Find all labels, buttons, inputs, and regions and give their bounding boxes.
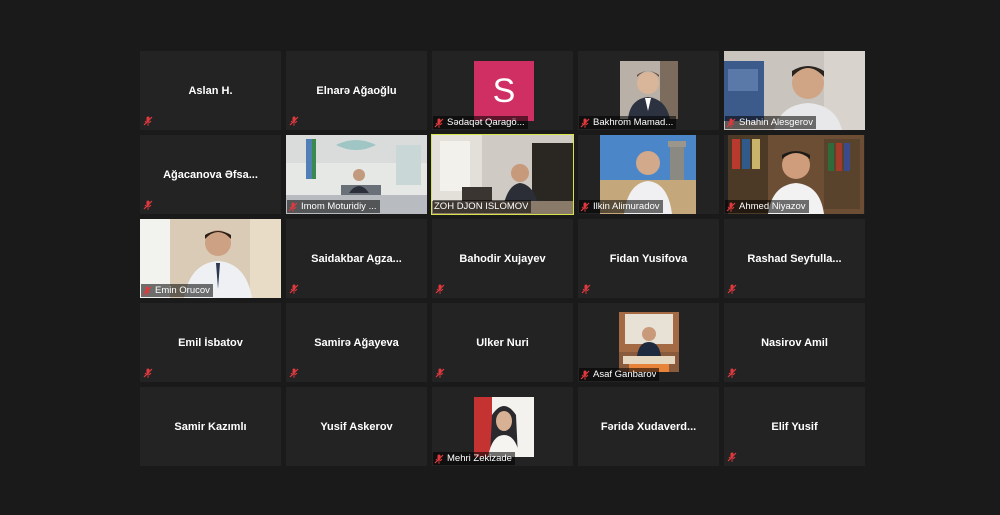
- participant-name: Ahmed Niyazov: [739, 201, 806, 212]
- microphone-muted-icon: [435, 284, 445, 294]
- participant-label: Imom Moturidiy ...: [287, 200, 380, 213]
- participant-name: Elif Yusif: [771, 420, 818, 433]
- participant-tile[interactable]: Ilkin Alimuradov: [578, 135, 719, 214]
- participant-label: Sədaqət Qaragö...: [433, 116, 528, 129]
- participant-label: Ilkin Alimuradov: [579, 200, 663, 213]
- participant-name: Emil İsbatov: [178, 336, 243, 349]
- participant-name: Samir Kazımlı: [174, 420, 247, 433]
- microphone-muted-icon: [143, 200, 153, 210]
- microphone-muted-icon: [289, 368, 299, 378]
- participant-tile[interactable]: Mehri Zekizade: [432, 387, 573, 466]
- participant-label: ZOH DJON ISLOMOV: [433, 200, 532, 213]
- participant-name: Emin Orucov: [155, 285, 210, 296]
- participant-tile[interactable]: Ulker Nuri: [432, 303, 573, 382]
- participant-tile[interactable]: Imom Moturidiy ...: [286, 135, 427, 214]
- microphone-muted-icon: [726, 202, 736, 212]
- participant-tile-active-speaker[interactable]: ZOH DJON ISLOMOV: [431, 134, 574, 215]
- participant-name: Nasirov Amil: [761, 336, 828, 349]
- microphone-muted-icon: [727, 368, 737, 378]
- participant-name: Sədaqət Qaragö...: [447, 117, 525, 128]
- participant-tile[interactable]: Samir Kazımlı: [140, 387, 281, 466]
- participant-video: [620, 61, 678, 119]
- participant-name: Ulker Nuri: [476, 336, 529, 349]
- microphone-muted-icon: [581, 284, 591, 294]
- participant-label: Bakhrom Mamad...: [579, 116, 677, 129]
- participant-name: Yusif Askerov: [320, 420, 393, 433]
- microphone-muted-icon: [143, 116, 153, 126]
- participant-tile[interactable]: Asaf Ganbarov: [578, 303, 719, 382]
- participant-video: [619, 312, 679, 372]
- participant-name: Rashad Seyfulla...: [747, 252, 842, 265]
- microphone-muted-icon: [288, 202, 298, 212]
- microphone-muted-icon: [434, 454, 444, 464]
- participant-name: Bakhrom Mamad...: [593, 117, 674, 128]
- gallery-grid: Aslan H. Elnarə Ağaoğlu S Sədaqət Qaragö…: [140, 51, 865, 466]
- participant-tile[interactable]: Ahmed Niyazov: [724, 135, 865, 214]
- participant-label: Mehri Zekizade: [433, 452, 515, 465]
- participant-name: Mehri Zekizade: [447, 453, 512, 464]
- microphone-muted-icon: [289, 116, 299, 126]
- participant-name: Asaf Ganbarov: [593, 369, 657, 380]
- participant-name: ZOH DJON ISLOMOV: [434, 201, 529, 212]
- participant-tile[interactable]: Saidakbar Agza...: [286, 219, 427, 298]
- participant-tile[interactable]: Nasirov Amil: [724, 303, 865, 382]
- participant-name: Saidakbar Agza...: [311, 252, 402, 265]
- microphone-muted-icon: [143, 368, 153, 378]
- microphone-muted-icon: [435, 368, 445, 378]
- microphone-muted-icon: [726, 118, 736, 128]
- participant-tile[interactable]: Elif Yusif: [724, 387, 865, 466]
- participant-name: Ilkin Alimuradov: [593, 201, 660, 212]
- participant-tile[interactable]: Rashad Seyfulla...: [724, 219, 865, 298]
- participant-tile[interactable]: Ağacanova Əfsa...: [140, 135, 281, 214]
- microphone-muted-icon: [580, 202, 590, 212]
- participant-tile[interactable]: S Sədaqət Qaragö...: [432, 51, 573, 130]
- participant-tile[interactable]: Bahodir Xujayev: [432, 219, 573, 298]
- microphone-muted-icon: [727, 284, 737, 294]
- participant-name: Ağacanova Əfsa...: [163, 168, 258, 181]
- participant-name: Elnarə Ağaoğlu: [316, 84, 397, 97]
- participant-name: Imom Moturidiy ...: [301, 201, 377, 212]
- participant-video: [474, 397, 534, 457]
- participant-label: Asaf Ganbarov: [579, 368, 660, 381]
- participant-name: Bahodir Xujayev: [459, 252, 546, 265]
- participant-tile[interactable]: Emin Orucov: [140, 219, 281, 298]
- participant-name: Samirə Ağayeva: [314, 336, 399, 349]
- participant-name: Shahin Alesgerov: [739, 117, 813, 128]
- participant-label: Ahmed Niyazov: [725, 200, 809, 213]
- microphone-muted-icon: [580, 118, 590, 128]
- participant-tile[interactable]: Aslan H.: [140, 51, 281, 130]
- participant-name: Fəridə Xudaverd...: [600, 420, 697, 433]
- microphone-muted-icon: [580, 370, 590, 380]
- participant-tile[interactable]: Fəridə Xudaverd...: [578, 387, 719, 466]
- microphone-muted-icon: [289, 284, 299, 294]
- microphone-muted-icon: [727, 452, 737, 462]
- participant-tile[interactable]: Emil İsbatov: [140, 303, 281, 382]
- microphone-muted-icon: [434, 118, 444, 128]
- participant-label: Emin Orucov: [141, 284, 213, 297]
- participant-tile[interactable]: Samirə Ağayeva: [286, 303, 427, 382]
- avatar: S: [474, 61, 534, 121]
- participant-tile[interactable]: Yusif Askerov: [286, 387, 427, 466]
- participant-label: Shahin Alesgerov: [725, 116, 816, 129]
- participant-tile[interactable]: Shahin Alesgerov: [724, 51, 865, 130]
- participant-tile[interactable]: Bakhrom Mamad...: [578, 51, 719, 130]
- participant-name: Fidan Yusifova: [609, 252, 688, 265]
- participant-tile[interactable]: Elnarə Ağaoğlu: [286, 51, 427, 130]
- participant-name: Aslan H.: [188, 84, 233, 97]
- microphone-muted-icon: [142, 286, 152, 296]
- participant-tile[interactable]: Fidan Yusifova: [578, 219, 719, 298]
